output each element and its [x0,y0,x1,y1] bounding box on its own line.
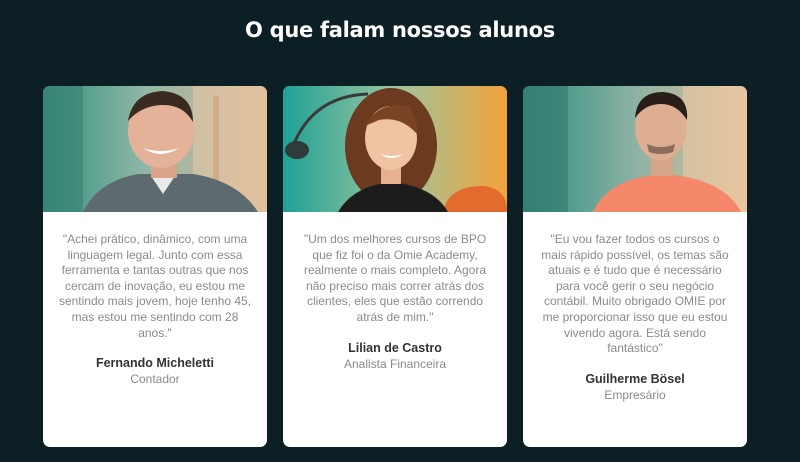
testimonial-role: Contador [130,372,180,387]
section-title: O que falam nossos alunos [245,18,555,42]
testimonial-photo [523,86,747,212]
testimonial-photo [43,86,267,212]
testimonial-quote: "Achei prático, dinâmico, com uma lingua… [58,232,252,340]
testimonial-photo [283,86,507,212]
testimonial-role: Empresário [604,387,666,402]
testimonial-card: "Achei prático, dinâmico, com uma lingua… [43,86,267,447]
testimonial-name: Fernando Micheletti [95,356,215,371]
testimonial-card: "Um dos melhores cursos de BPO que fiz f… [283,86,507,447]
testimonial-name: Lilian de Castro [348,340,442,355]
testimonial-card: "Eu vou fazer todos os cursos o mais ráp… [523,86,747,447]
testimonial-quote: "Eu vou fazer todos os cursos o mais ráp… [541,232,729,356]
testimonial-quote: "Um dos melhores cursos de BPO que fiz f… [303,232,487,324]
testimonial-name: Guilherme Bösel [585,371,685,386]
testimonial-role: Analista Financeira [343,356,447,371]
